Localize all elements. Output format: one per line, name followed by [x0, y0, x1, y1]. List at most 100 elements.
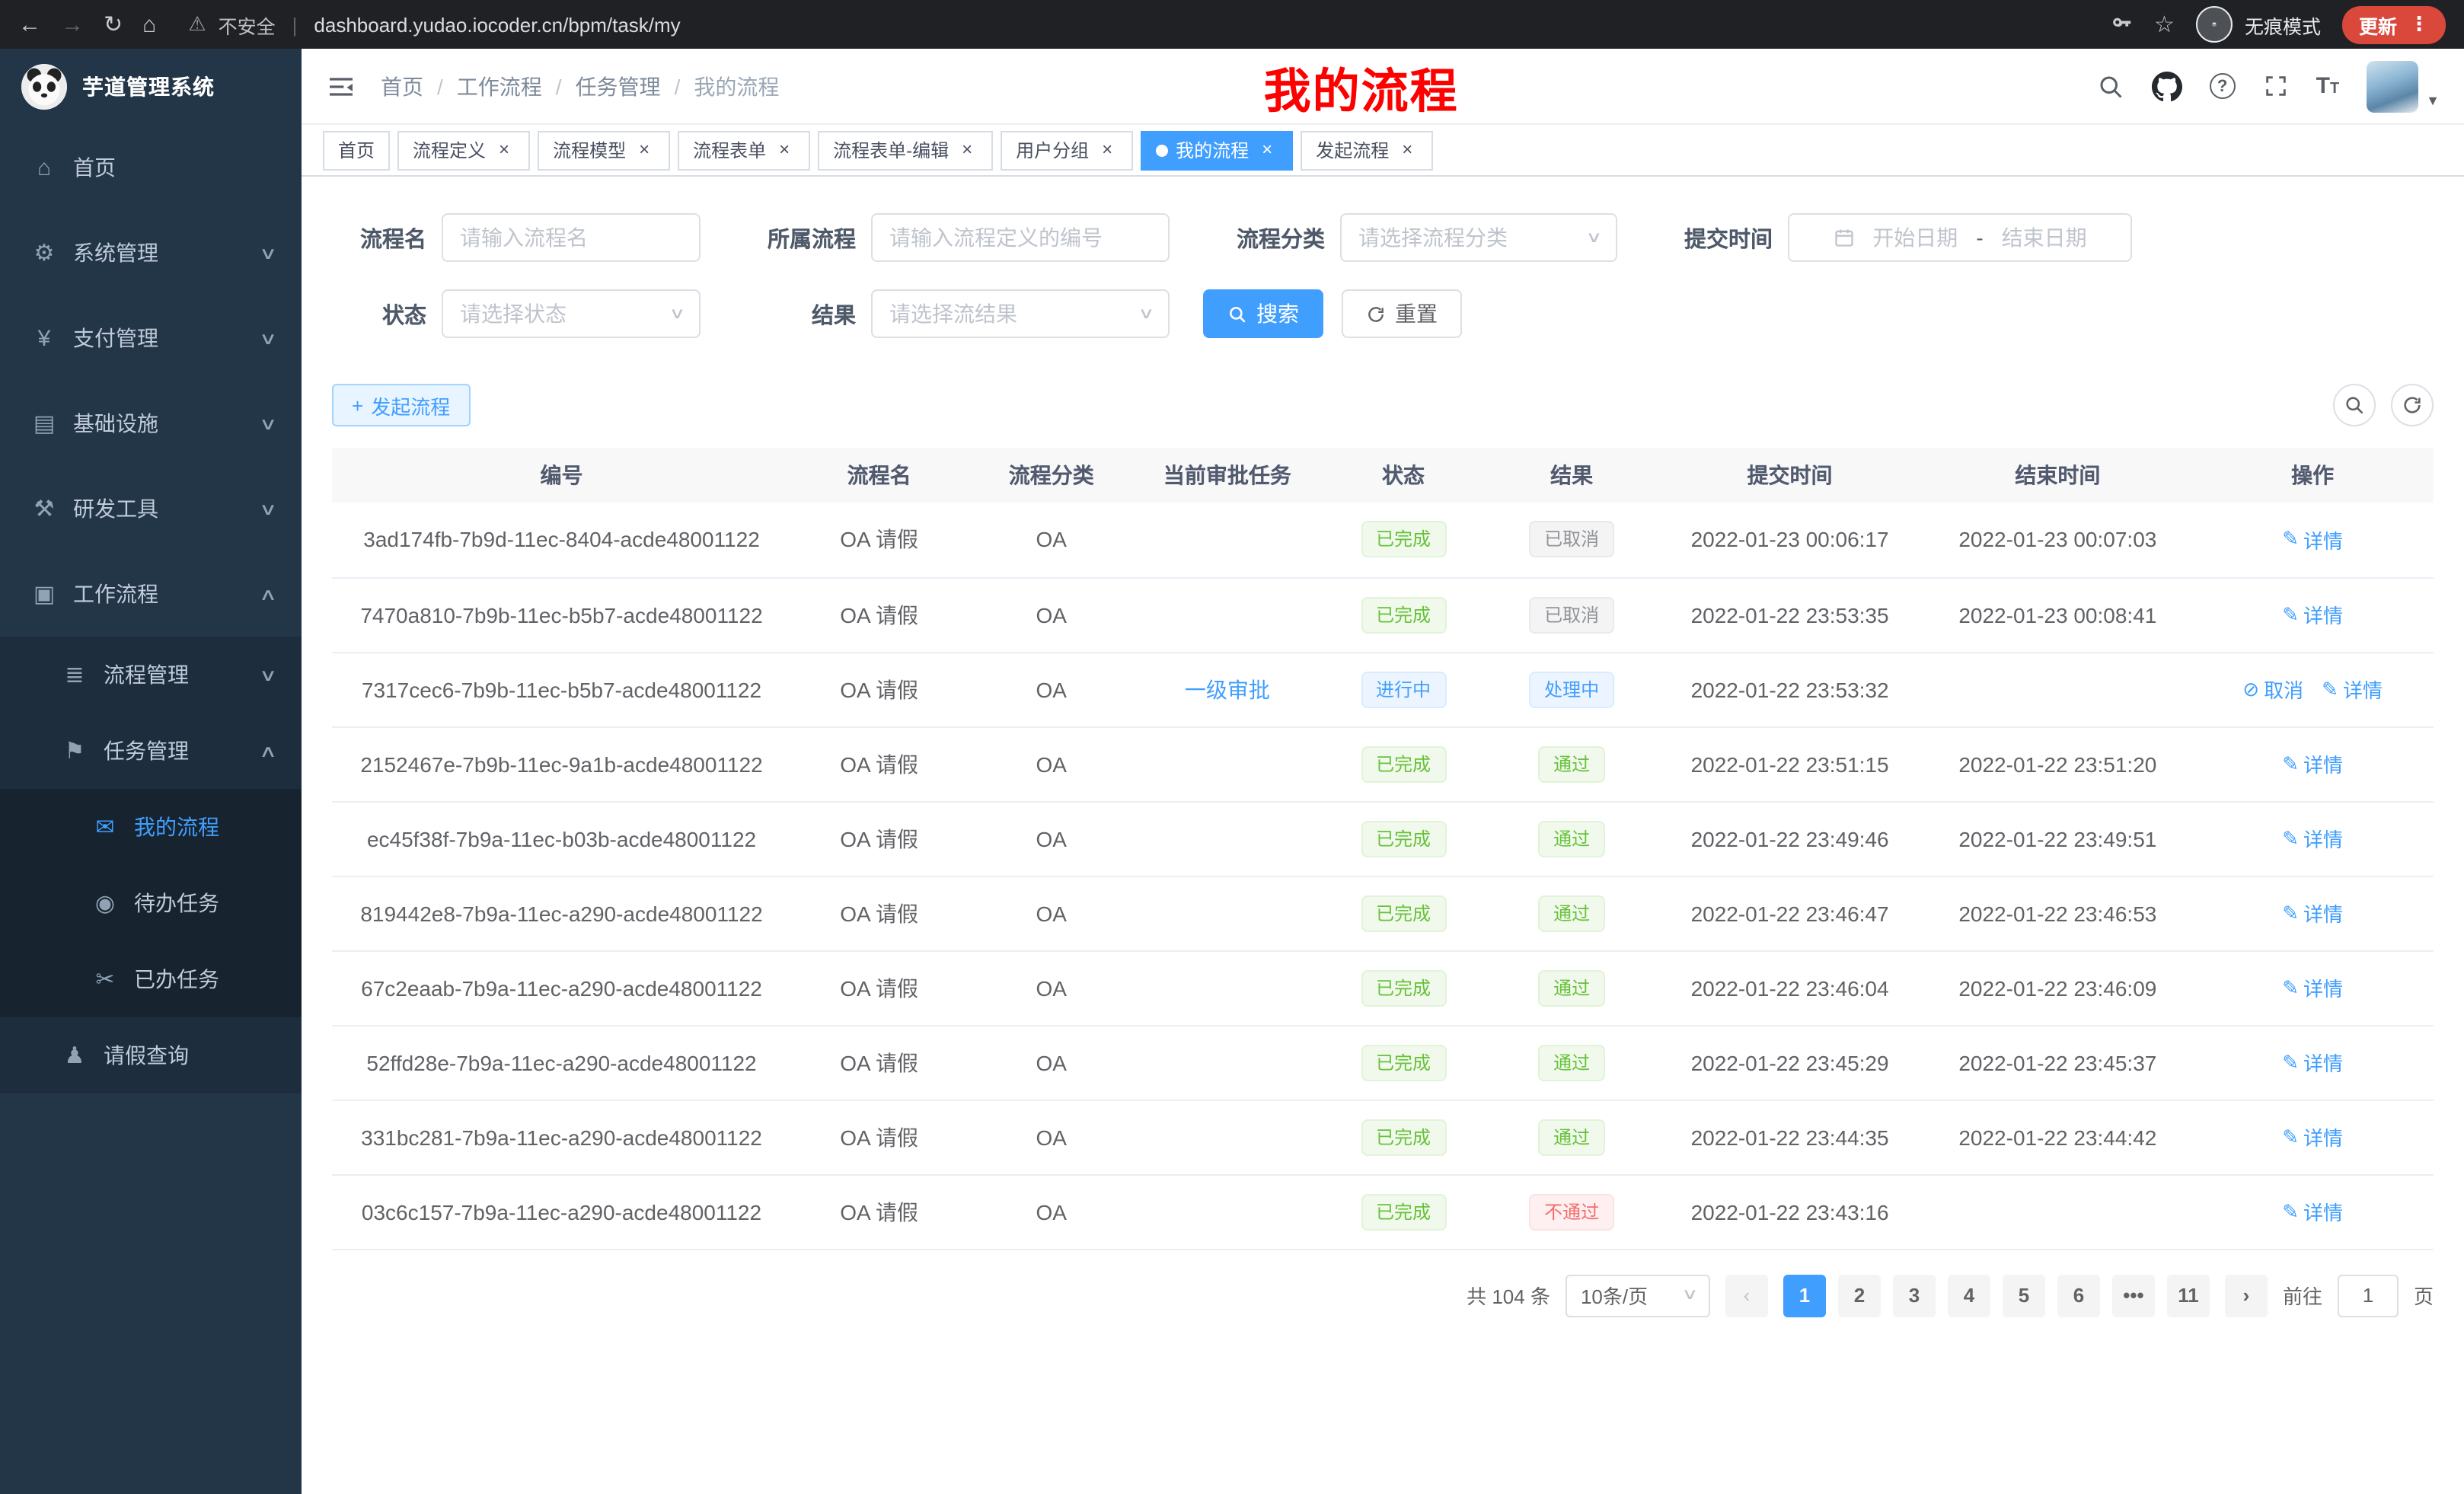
close-icon[interactable]: × [493, 139, 515, 161]
close-icon[interactable]: × [1396, 139, 1418, 161]
detail-link[interactable]: ✎详情 [2282, 1048, 2343, 1077]
tab-流程定义[interactable]: 流程定义× [397, 130, 530, 170]
breadcrumb-item[interactable]: 工作流程 [457, 71, 542, 101]
trash-icon: ⊘ [2242, 677, 2259, 701]
cell-current-task [1135, 1174, 1319, 1249]
submit-time-range-picker[interactable]: 开始日期 - 结束日期 [1788, 213, 2132, 262]
sidebar-toggle-icon[interactable] [326, 71, 356, 101]
prev-page-button[interactable]: ‹ [1725, 1274, 1768, 1317]
detail-link[interactable]: ✎详情 [2282, 899, 2343, 927]
sidebar-item-todo-task[interactable]: ◉待办任务 [0, 865, 302, 941]
detail-link[interactable]: ✎详情 [2282, 1197, 2343, 1226]
status-select[interactable]: 请选择状态 ∨ [442, 289, 701, 338]
page-ellipsis[interactable]: ••• [2112, 1274, 2155, 1317]
detail-link[interactable]: ✎详情 [2282, 1122, 2343, 1151]
reload-icon[interactable]: ↻ [104, 13, 123, 36]
sidebar-item-workflow[interactable]: ▣工作流程∧ [0, 551, 302, 637]
detail-link[interactable]: ✎详情 [2282, 973, 2343, 1002]
sidebar-item-done-task[interactable]: ✂已办任务 [0, 941, 302, 1017]
result-label: 结果 [734, 298, 871, 330]
page-size-select[interactable]: 10条/页 ∨ [1566, 1274, 1710, 1317]
close-icon[interactable]: × [1256, 139, 1278, 161]
search-icon[interactable] [2097, 72, 2124, 100]
sidebar-item-dev-tools[interactable]: ⚒研发工具∨ [0, 466, 302, 551]
page-button-3[interactable]: 3 [1893, 1274, 1936, 1317]
address-bar[interactable]: ⚠ 不安全 | dashboard.yudao.iocoder.cn/bpm/t… [188, 10, 2090, 39]
detail-link[interactable]: ✎详情 [2282, 525, 2343, 554]
parent-process-input[interactable] [871, 213, 1170, 262]
category-select[interactable]: 请选择流程分类 ∨ [1340, 213, 1617, 262]
help-icon[interactable]: ? [2210, 73, 2236, 99]
tab-我的流程[interactable]: 我的流程× [1141, 130, 1293, 170]
kebab-menu-icon[interactable]: ⋮ [2409, 12, 2429, 37]
incognito-label: 无痕模式 [2245, 10, 2321, 39]
sidebar-item-payment-manage[interactable]: ¥支付管理∨ [0, 295, 302, 381]
key-icon[interactable] [2110, 13, 2133, 36]
cell-status: 已完成 [1320, 1025, 1488, 1100]
sidebar-item-process-manage[interactable]: ≣流程管理∨ [0, 637, 302, 713]
cancel-link[interactable]: ⊘取消 [2242, 675, 2303, 704]
breadcrumb-item[interactable]: 首页 [381, 71, 423, 101]
forward-icon[interactable]: → [61, 13, 84, 36]
page-button-1[interactable]: 1 [1783, 1274, 1826, 1317]
create-process-button[interactable]: + 发起流程 [332, 384, 470, 426]
goto-page-input[interactable] [2338, 1274, 2399, 1317]
cell-id: 819442e8-7b9a-11ec-a290-acde48001122 [332, 876, 791, 950]
cell-actions: ✎详情 [2191, 1100, 2434, 1174]
refresh-table-button[interactable] [2391, 384, 2434, 426]
next-page-button[interactable]: › [2225, 1274, 2268, 1317]
detail-link[interactable]: ✎详情 [2282, 600, 2343, 629]
tab-用户分组[interactable]: 用户分组× [1001, 130, 1133, 170]
bookmark-star-icon[interactable]: ☆ [2154, 13, 2175, 36]
tab-首页[interactable]: 首页 [323, 130, 390, 170]
tab-流程表单[interactable]: 流程表单× [678, 130, 810, 170]
breadcrumb-separator: / [437, 74, 443, 98]
incognito-indicator[interactable]: 无痕模式 [2196, 6, 2321, 43]
page-button-2[interactable]: 2 [1838, 1274, 1881, 1317]
table-row: 819442e8-7b9a-11ec-a290-acde48001122OA 请… [332, 876, 2434, 950]
chevron-down-icon: ∨ [259, 665, 277, 685]
font-size-icon[interactable]: TT [2316, 75, 2340, 97]
cell-result: 通过 [1488, 801, 1656, 876]
back-icon[interactable]: ← [18, 13, 41, 36]
close-icon[interactable]: × [956, 139, 978, 161]
avatar[interactable] [2367, 60, 2418, 112]
action-label: 详情 [2303, 973, 2343, 1002]
cell-current-task [1135, 950, 1319, 1025]
page-button-6[interactable]: 6 [2057, 1274, 2100, 1317]
update-button[interactable]: 更新 ⋮ [2342, 5, 2446, 43]
result-select[interactable]: 请选择流结果 ∨ [871, 289, 1170, 338]
current-task-link[interactable]: 一级审批 [1185, 677, 1270, 701]
cell-submit-time: 2022-01-22 23:45:29 [1656, 1025, 1924, 1100]
sidebar-item-leave-query[interactable]: ♟请假查询 [0, 1017, 302, 1093]
security-label[interactable]: 不安全 [219, 10, 276, 39]
tab-流程表单-编辑[interactable]: 流程表单-编辑× [818, 130, 993, 170]
sidebar-item-infrastructure[interactable]: ▤基础设施∨ [0, 381, 302, 466]
sidebar-item-home[interactable]: ⌂首页 [0, 125, 302, 210]
close-icon[interactable]: × [634, 139, 655, 161]
browser-home-icon[interactable]: ⌂ [142, 13, 156, 36]
detail-link[interactable]: ✎详情 [2322, 675, 2383, 704]
tab-发起流程[interactable]: 发起流程× [1301, 130, 1433, 170]
sidebar-item-my-process[interactable]: ✉我的流程 [0, 789, 302, 865]
page-button-4[interactable]: 4 [1948, 1274, 1990, 1317]
sidebar-logo-row[interactable]: 芋道管理系统 [0, 49, 302, 125]
page-button-11[interactable]: 11 [2167, 1274, 2210, 1317]
search-button[interactable]: 搜索 [1203, 289, 1323, 338]
close-icon[interactable]: × [774, 139, 795, 161]
toggle-search-button[interactable] [2333, 384, 2376, 426]
page-button-5[interactable]: 5 [2003, 1274, 2045, 1317]
breadcrumb-item[interactable]: 任务管理 [576, 71, 661, 101]
detail-link[interactable]: ✎详情 [2282, 749, 2343, 778]
tab-流程模型[interactable]: 流程模型× [538, 130, 670, 170]
url-text[interactable]: dashboard.yudao.iocoder.cn/bpm/task/my [314, 13, 680, 36]
process-name-input[interactable] [442, 213, 701, 262]
fullscreen-icon[interactable] [2263, 73, 2289, 99]
close-icon[interactable]: × [1096, 139, 1118, 161]
sidebar-item-system-manage[interactable]: ⚙系统管理∨ [0, 210, 302, 295]
github-icon[interactable] [2152, 71, 2182, 101]
detail-link[interactable]: ✎详情 [2282, 824, 2343, 853]
reset-button[interactable]: 重置 [1342, 289, 1462, 338]
sidebar-item-task-manage[interactable]: ⚑任务管理∧ [0, 713, 302, 789]
user-menu[interactable]: ▼ [2367, 60, 2440, 112]
